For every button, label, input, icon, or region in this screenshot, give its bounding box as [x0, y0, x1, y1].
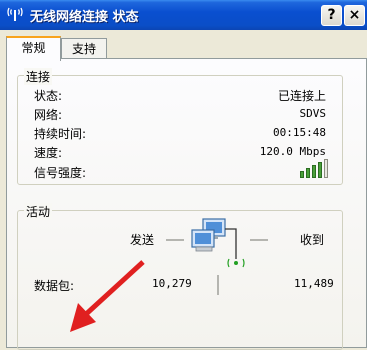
network-value: SDVS [299, 107, 327, 120]
packets-label: 数据包: [34, 279, 75, 293]
status-value: 已连接上 [277, 89, 326, 103]
wireless-network-icon [7, 7, 23, 21]
activity-divider [217, 275, 219, 295]
packets-received-value: 11,489 [294, 277, 334, 290]
network-computers-icon [191, 218, 245, 268]
help-button[interactable]: ? [321, 5, 342, 26]
connection-group: 连接 状态: 已连接上 网络: SDVS 持续时间: 00:15:48 速度: … [17, 68, 343, 185]
connection-group-title: 连接 [24, 68, 53, 85]
signal-strength-label: 信号强度: [34, 166, 87, 180]
activity-group-title: 活动 [24, 203, 53, 220]
sent-label: 发送 [130, 233, 155, 247]
close-button[interactable]: × [344, 5, 365, 26]
tab-support[interactable]: 支持 [61, 38, 107, 60]
signal-bar [300, 171, 304, 178]
window-title: 无线网络连接 状态 [30, 10, 139, 25]
tab-general[interactable]: 常规 [6, 36, 61, 61]
speed-label: 速度: [34, 146, 63, 160]
signal-bar [318, 162, 322, 178]
signal-strength-icon [300, 156, 330, 178]
duration-label: 持续时间: [34, 127, 87, 141]
received-label: 收到 [300, 233, 325, 247]
signal-bar [312, 165, 316, 178]
packets-sent-value: 10,279 [152, 277, 192, 290]
tab-panel: 连接 状态: 已连接上 网络: SDVS 持续时间: 00:15:48 速度: … [6, 58, 367, 350]
duration-value: 00:15:48 [273, 126, 326, 139]
network-label: 网络: [34, 108, 63, 122]
sent-activity-indicator [166, 239, 184, 241]
title-bar[interactable]: 无线网络连接 状态 ? × [0, 0, 367, 30]
signal-bar [324, 159, 328, 178]
signal-bar [306, 168, 310, 178]
activity-group: 活动 发送 收到 数据包: 10,279 11,489 [17, 203, 343, 350]
received-activity-indicator [250, 239, 268, 241]
status-label: 状态: [34, 89, 63, 103]
